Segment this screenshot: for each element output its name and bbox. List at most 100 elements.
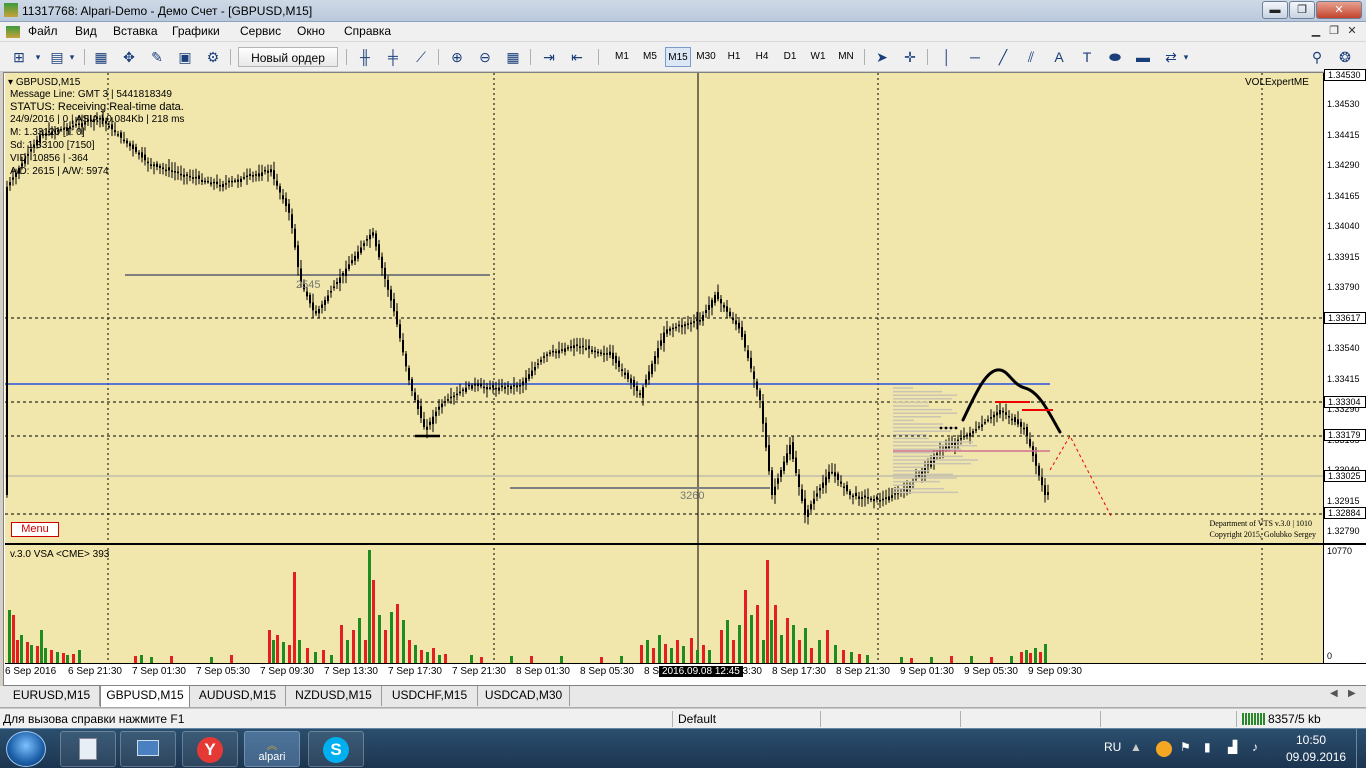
volume-bar xyxy=(140,655,143,663)
candle-body xyxy=(684,324,686,327)
separator xyxy=(1100,711,1101,727)
volume-bar xyxy=(288,645,291,663)
candle-body xyxy=(1014,417,1016,422)
candle-body xyxy=(669,328,671,331)
candle-body xyxy=(381,256,383,269)
candle-body xyxy=(516,385,518,388)
candle-body xyxy=(549,352,551,354)
tab-nzdusd[interactable]: NZDUSD,M15 xyxy=(286,686,382,706)
tab-scroll-left-icon[interactable]: ◀ xyxy=(1330,688,1338,699)
candle-body xyxy=(117,134,119,136)
start-button[interactable] xyxy=(6,731,46,767)
candle-body xyxy=(1035,454,1037,466)
candle-body xyxy=(192,177,194,179)
tray-flag-icon[interactable]: ⚑ xyxy=(1180,740,1191,754)
candle-body xyxy=(855,492,857,496)
dot-marker xyxy=(954,426,958,430)
volume-bar xyxy=(732,640,735,663)
candle-body xyxy=(564,348,566,352)
taskbar-yandex[interactable]: Y xyxy=(182,731,238,767)
candle-body xyxy=(828,471,830,480)
network-icon[interactable]: ▟ xyxy=(1228,740,1237,754)
volume-bar xyxy=(414,645,417,663)
candle-body xyxy=(981,424,983,427)
candle-body xyxy=(573,345,575,349)
candle-body xyxy=(12,177,14,180)
taskbar-alpari[interactable]: ︽ alpari xyxy=(244,731,300,767)
candle-body xyxy=(786,453,788,463)
tray-device-icon[interactable]: ▮ xyxy=(1204,740,1211,754)
candle-body xyxy=(651,363,653,375)
candle-body xyxy=(348,264,350,270)
candle-body xyxy=(1044,485,1046,495)
volume-bar xyxy=(170,656,173,663)
candle-body xyxy=(438,406,440,410)
volume-bar xyxy=(384,630,387,663)
tab-gbpusd[interactable]: GBPUSD,M15 xyxy=(100,685,190,707)
time-tick-label: 8 Sep 05:30 xyxy=(580,666,634,677)
info-line: Message Line: GMT 3 | 5441818349 xyxy=(10,89,172,100)
copyright-line: Copyright 2015, Golubko Sergey xyxy=(1209,530,1316,539)
candle-body xyxy=(1023,427,1025,430)
tab-eurusd[interactable]: EURUSD,M15 xyxy=(4,686,100,706)
tab-scroll-right-icon[interactable]: ▶ xyxy=(1348,688,1356,699)
candle-body xyxy=(765,422,767,448)
profile-name[interactable]: Default xyxy=(678,712,716,726)
candle-body xyxy=(735,320,737,325)
clock-time[interactable]: 10:50 xyxy=(1296,733,1326,747)
tray-app-icon[interactable] xyxy=(1156,741,1172,757)
candle-body xyxy=(741,327,743,337)
candle-body xyxy=(189,175,191,178)
candle-body xyxy=(561,349,563,351)
candle-body xyxy=(879,500,881,502)
tab-usdcad[interactable]: USDCAD,M30 xyxy=(478,686,570,706)
candle-body xyxy=(951,443,953,445)
volume-bar xyxy=(372,580,375,663)
volume-bar xyxy=(756,605,759,663)
candle-body xyxy=(936,453,938,455)
candle-body xyxy=(345,268,347,276)
candle-body xyxy=(420,406,422,418)
volume-bar xyxy=(1029,653,1032,663)
candle-body xyxy=(990,417,992,419)
candle-body xyxy=(576,344,578,346)
candle-body xyxy=(822,482,824,488)
volume-bar xyxy=(330,655,333,663)
candle-body xyxy=(219,185,221,187)
candle-body xyxy=(252,175,254,177)
volume-bar xyxy=(444,654,447,663)
volume-bar xyxy=(210,657,213,663)
taskbar-remote-desktop[interactable] xyxy=(120,731,176,767)
candle-body xyxy=(144,154,146,161)
time-tick-label: 7 Sep 13:30 xyxy=(324,666,378,677)
time-tick-label: 7 Sep 01:30 xyxy=(132,666,186,677)
candle-body xyxy=(723,304,725,308)
volume-icon[interactable]: ♪ xyxy=(1252,740,1258,754)
candle-body xyxy=(738,322,740,329)
candle-body xyxy=(264,169,266,172)
tab-usdchf[interactable]: USDCHF,M15 xyxy=(382,686,478,706)
candle-body xyxy=(612,352,614,359)
tab-audusd[interactable]: AUDUSD,M15 xyxy=(190,686,286,706)
show-desktop-button[interactable] xyxy=(1356,729,1366,768)
candle-body xyxy=(456,393,458,396)
taskbar-calculator[interactable] xyxy=(60,731,116,767)
connection-status-icon[interactable] xyxy=(1242,713,1266,725)
indicator-menu-button[interactable]: Menu xyxy=(11,522,59,537)
candle-body xyxy=(666,329,668,334)
volume-bar xyxy=(276,635,279,663)
candle-body xyxy=(552,350,554,353)
candle-body xyxy=(729,311,731,316)
candle-body xyxy=(207,180,209,183)
language-indicator[interactable]: RU xyxy=(1104,740,1121,754)
volume-bar xyxy=(990,657,993,663)
taskbar-skype[interactable]: S xyxy=(308,731,364,767)
candle-body xyxy=(630,378,632,383)
candle-body xyxy=(246,175,248,178)
tray-expand-icon[interactable]: ▲ xyxy=(1130,740,1142,754)
volume-bar xyxy=(640,645,643,663)
price-marker: 1.32884 xyxy=(1324,507,1366,519)
volume-bar xyxy=(1025,650,1028,663)
candle-body xyxy=(309,294,311,304)
clock-date[interactable]: 09.09.2016 xyxy=(1286,750,1346,764)
